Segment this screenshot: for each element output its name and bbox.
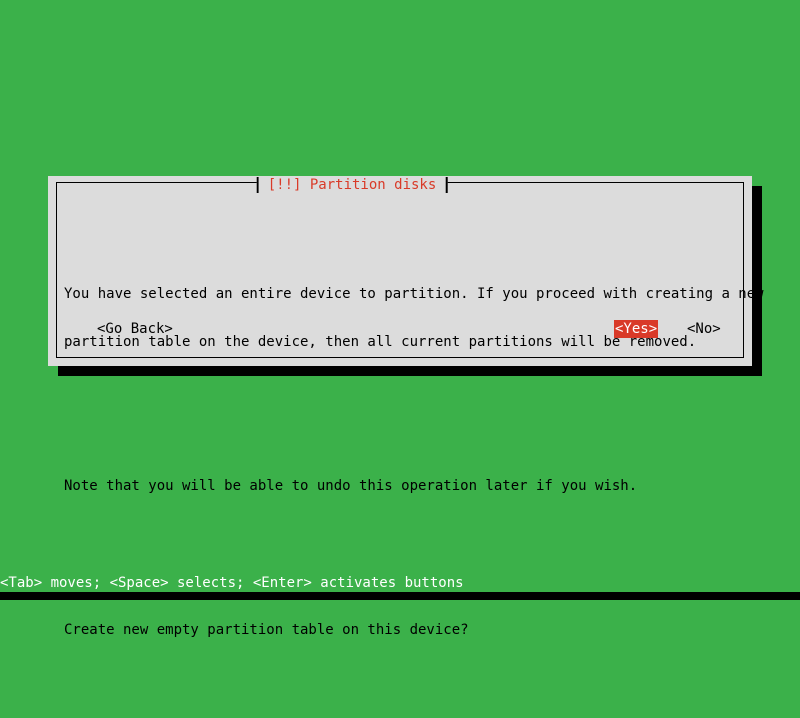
go-back-button[interactable]: <Go Back> — [96, 320, 174, 338]
message-paragraph-2: Note that you will be able to undo this … — [64, 446, 736, 526]
dialog-message-body: You have selected an entire device to pa… — [64, 206, 764, 718]
message-paragraph-3: Create new empty partition table on this… — [64, 590, 736, 670]
message-line: You have selected an entire device to pa… — [64, 286, 764, 302]
yes-button[interactable]: <Yes> — [614, 320, 659, 338]
bottom-black-strip — [0, 592, 800, 600]
installer-screen: You have selected an entire device to pa… — [0, 0, 800, 638]
dialog-button-row: <Go Back> <Yes> <No> — [64, 320, 736, 338]
status-bar: <Tab> moves; <Space> selects; <Enter> ac… — [0, 575, 800, 592]
message-paragraph-1: You have selected an entire device to pa… — [64, 254, 764, 382]
message-line: Note that you will be able to undo this … — [64, 478, 638, 494]
message-line: Create new empty partition table on this… — [64, 622, 469, 638]
partition-disks-dialog: You have selected an entire device to pa… — [48, 176, 764, 638]
no-button[interactable]: <No> — [686, 320, 722, 338]
